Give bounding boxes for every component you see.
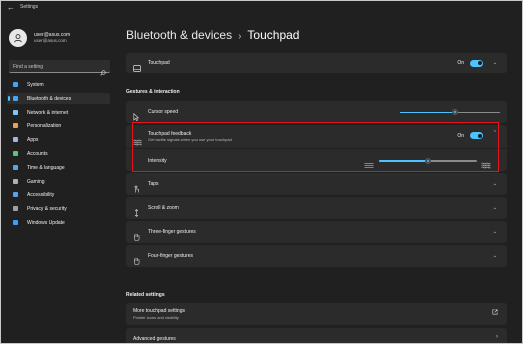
controller-icon <box>13 178 18 184</box>
section-title: Gestures & interaction <box>126 89 180 95</box>
settings-window: ← Settings user@asus.com user@asus.com F… <box>0 0 523 344</box>
row-label: Advanced gestures <box>133 336 176 342</box>
row-label: Taps <box>148 181 159 187</box>
sidebar-item-label: Time & language <box>27 164 65 171</box>
hand-icon <box>133 252 141 270</box>
sidebar-item-label: Gaming <box>27 178 45 185</box>
chevron-down-icon[interactable]: ⌄ <box>493 253 497 259</box>
shield-icon <box>13 206 18 212</box>
sidebar-item-label: Accessibility <box>27 192 55 199</box>
more-touchpad-settings-row[interactable]: More touchpad settings Pointer icons and… <box>126 303 507 325</box>
sidebar-item-label: System <box>27 82 44 88</box>
sidebar-item-label: Network & internet <box>27 109 69 116</box>
chevron-down-icon[interactable]: ⌄ <box>493 181 497 187</box>
sidebar-item-personalization[interactable]: Personalization <box>7 120 110 131</box>
apps-icon <box>13 137 18 143</box>
scroll-zoom-row[interactable]: Scroll & zoom ⌄ <box>126 197 507 219</box>
chevron-down-icon[interactable]: ⌄ <box>493 60 497 66</box>
search-placeholder: Find a setting <box>13 63 44 70</box>
four-finger-row[interactable]: Four-finger gestures ⌄ <box>126 245 507 267</box>
sidebar-item-label: Bluetooth & devices <box>27 95 72 102</box>
page-title: Touchpad <box>247 28 300 42</box>
sidebar-nav: System Bluetooth & devices Network & inter… <box>7 79 110 231</box>
chevron-down-icon[interactable]: ⌄ <box>493 229 497 235</box>
slider-thumb[interactable] <box>452 109 458 115</box>
touchpad-state: On <box>457 60 464 66</box>
monitor-icon <box>13 82 18 87</box>
accessibility-icon <box>13 192 18 198</box>
sidebar-item-accounts[interactable]: Accounts <box>7 148 110 159</box>
touchpad-icon <box>133 59 141 77</box>
breadcrumb-parent[interactable]: Bluetooth & devices <box>126 28 232 42</box>
update-icon <box>13 219 18 225</box>
app-title: Settings <box>20 4 39 10</box>
back-button[interactable]: ← <box>7 3 15 12</box>
highlight-box <box>132 122 499 172</box>
touchpad-label: Touchpad <box>148 60 170 66</box>
row-label: Four-finger gestures <box>148 253 194 259</box>
sidebar-item-bluetooth-devices[interactable]: Bluetooth & devices <box>7 92 110 104</box>
sidebar-item-label: Apps <box>27 137 39 144</box>
external-link-icon[interactable] <box>492 309 498 317</box>
taps-row[interactable]: Taps ⌄ <box>126 173 507 195</box>
row-description: Pointer icons and visibility <box>133 314 179 320</box>
sidebar-item-label: Windows Update <box>27 219 65 226</box>
chevron-right-icon[interactable]: › <box>496 334 498 340</box>
sidebar-item-accessibility[interactable]: Accessibility <box>7 189 110 200</box>
row-label: Three-finger gestures <box>148 229 196 235</box>
bluetooth-icon <box>13 95 18 101</box>
globe-icon <box>13 164 18 170</box>
sidebar-item-network-internet[interactable]: Network & internet <box>7 107 110 118</box>
scroll-icon <box>134 204 139 222</box>
sidebar-item-windows-update[interactable]: Windows Update <box>7 217 110 228</box>
slider-fill <box>400 111 455 113</box>
breadcrumb-separator: › <box>238 31 242 42</box>
sidebar-item-gaming[interactable]: Gaming <box>7 176 110 187</box>
sidebar-item-label: Privacy & security <box>27 206 67 213</box>
selection-indicator <box>8 95 10 101</box>
touchpad-toggle[interactable] <box>470 59 483 67</box>
sidebar-item-system[interactable]: System <box>7 79 110 90</box>
tap-icon <box>133 180 140 198</box>
title-bar: ← Settings <box>1 1 522 15</box>
sidebar-item-privacy-security[interactable]: Privacy & security <box>7 203 110 214</box>
person-icon <box>13 150 18 156</box>
breadcrumb: Bluetooth & devices › Touchpad <box>126 28 299 42</box>
main-content: Bluetooth & devices › Touchpad Touchpad On… <box>119 15 515 343</box>
touchpad-row[interactable]: Touchpad On ⌄ <box>126 53 507 73</box>
sidebar: user@asus.com user@asus.com Find a setti… <box>1 15 111 343</box>
cursor-speed-label: Cursor speed <box>148 109 179 115</box>
person-icon[interactable] <box>9 29 27 47</box>
advanced-gestures-row[interactable]: Advanced gestures › <box>126 328 507 343</box>
user-email: user@asus.com <box>34 38 67 43</box>
cursor-speed-slider[interactable] <box>400 109 500 115</box>
hand-icon <box>133 228 141 246</box>
wifi-icon <box>13 109 18 115</box>
section-title: Related settings <box>126 292 165 298</box>
search-box[interactable]: Find a setting <box>9 60 110 76</box>
cursor-speed-row: Cursor speed <box>126 101 507 123</box>
sidebar-item-apps[interactable]: Apps <box>7 134 110 145</box>
sidebar-item-label: Accounts <box>27 150 48 157</box>
sidebar-item-label: Personalization <box>27 123 62 130</box>
three-finger-row[interactable]: Three-finger gestures ⌄ <box>126 221 507 243</box>
brush-icon <box>13 123 18 129</box>
chevron-down-icon[interactable]: ⌄ <box>493 205 497 211</box>
row-label: Scroll & zoom <box>148 205 179 211</box>
row-label: More touchpad settings <box>133 308 185 314</box>
sidebar-item-time-language[interactable]: Time & language <box>7 162 110 173</box>
